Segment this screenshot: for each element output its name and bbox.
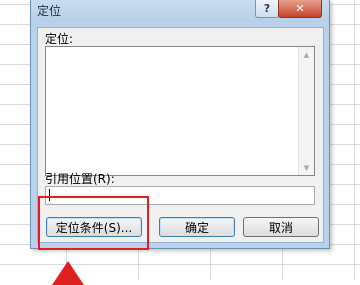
title-bar[interactable]: 定位 ? ✕: [31, 0, 329, 22]
dialog-title: 定位: [37, 4, 62, 18]
goto-list[interactable]: ▲ ▼: [45, 46, 315, 176]
cancel-button[interactable]: 取消: [243, 217, 319, 237]
help-button[interactable]: ?: [255, 0, 279, 18]
ok-button[interactable]: 确定: [159, 217, 235, 237]
close-icon: ✕: [295, 2, 305, 15]
reference-label: 引用位置(R):: [45, 172, 115, 186]
close-button[interactable]: ✕: [278, 0, 322, 18]
goto-label: 定位:: [45, 32, 74, 46]
help-icon: ?: [263, 2, 271, 15]
scroll-down-icon[interactable]: ▼: [299, 160, 314, 175]
highlight-box: [38, 196, 149, 250]
scroll-up-icon[interactable]: ▲: [299, 47, 314, 62]
pointer-arrow-icon: [52, 261, 84, 285]
list-scrollbar[interactable]: ▲ ▼: [298, 47, 314, 175]
